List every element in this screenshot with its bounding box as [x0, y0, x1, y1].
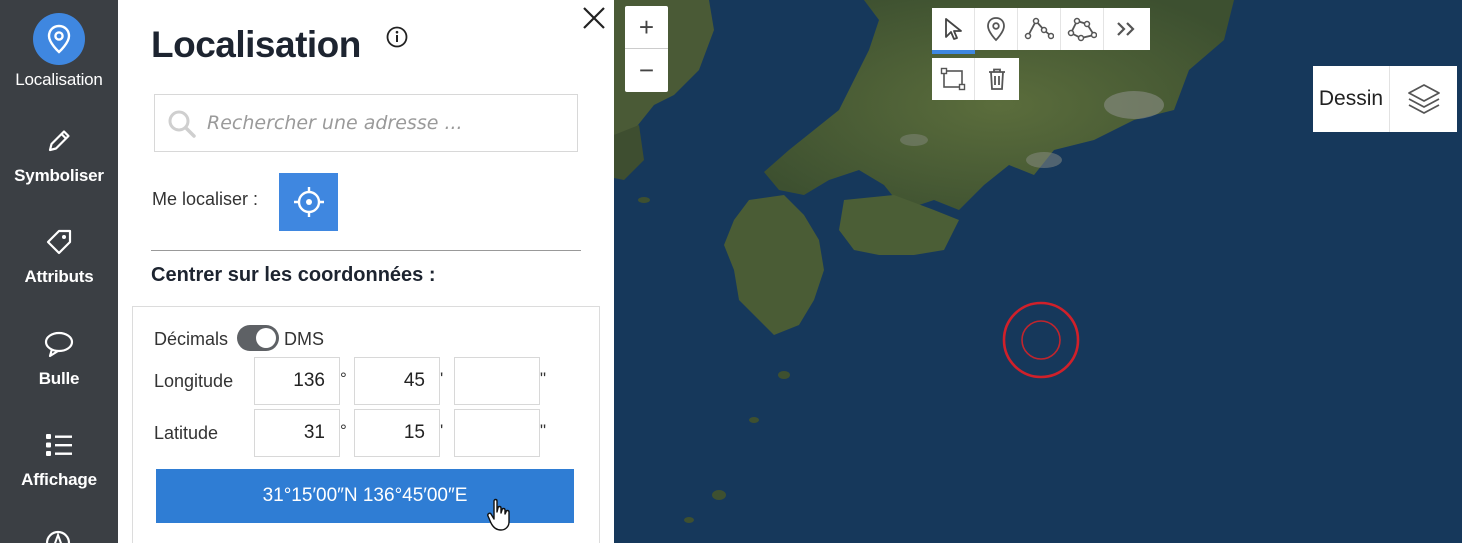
minute-unit: ' [440, 421, 444, 440]
dms-label: DMS [284, 329, 324, 349]
speech-bubble-icon [38, 323, 80, 365]
minute-unit: ' [440, 369, 444, 388]
dessin-button[interactable]: Dessin [1313, 66, 1390, 132]
divider [151, 250, 581, 251]
polyline-icon [1024, 17, 1054, 40]
nav-item-symboliser[interactable]: Symboliser [0, 120, 118, 220]
zoom-out-button[interactable]: − [625, 49, 668, 92]
search-input[interactable] [207, 103, 567, 143]
latitude-minutes-input[interactable] [354, 409, 440, 457]
rectangle-select-button[interactable] [932, 58, 975, 100]
localisation-panel: Localisation Me localiser : Centrer sur … [118, 0, 614, 543]
nav-item-localisation[interactable]: Localisation [0, 13, 118, 114]
nav-item-bulle[interactable]: Bulle [0, 323, 118, 423]
list-icon [38, 424, 80, 466]
second-unit: " [540, 369, 547, 388]
rectangle-select-icon [940, 67, 966, 91]
hand-cursor-icon [486, 498, 512, 532]
info-icon[interactable] [386, 26, 408, 48]
longitude-minutes-input[interactable] [354, 357, 440, 405]
crosshair-icon [293, 187, 324, 217]
latitude-seconds-input[interactable] [454, 409, 540, 457]
tag-icon [38, 221, 80, 263]
degree-unit: ° [340, 369, 347, 388]
second-unit: " [540, 421, 547, 440]
double-chevron-right-icon [1116, 22, 1135, 36]
polygon-tool-button[interactable] [1061, 8, 1104, 50]
draw-toolbar [932, 8, 1150, 54]
degree-unit: ° [340, 421, 347, 440]
decimal-label: Décimals [154, 329, 229, 349]
panel-title: Localisation [151, 24, 361, 65]
layer-switcher: Dessin [1313, 66, 1457, 132]
latitude-label: Latitude [154, 423, 219, 443]
zoom-control: + − [625, 6, 668, 92]
pencil-icon [38, 120, 80, 162]
map-pin-icon [987, 17, 1005, 42]
location-pin-icon [33, 13, 85, 65]
close-icon[interactable] [580, 4, 608, 32]
zoom-in-button[interactable]: + [625, 6, 668, 49]
edit-toolbar [932, 58, 1019, 100]
nav-label: Affichage [21, 470, 97, 489]
more-tools-button[interactable] [1104, 8, 1147, 50]
address-search-box[interactable] [154, 94, 578, 152]
nav-label: Attributs [24, 267, 94, 286]
trash-icon [988, 68, 1005, 90]
longitude-seconds-input[interactable] [454, 357, 540, 405]
cursor-arrow-icon [945, 18, 962, 40]
nav-label: Bulle [38, 369, 80, 388]
nav-label: Symboliser [14, 166, 104, 185]
layers-icon [1407, 84, 1440, 114]
point-tool-button[interactable] [975, 8, 1018, 50]
delete-button[interactable] [975, 58, 1018, 100]
coordinates-form: Décimals DMS Longitude ° ' " Latitude ° … [132, 306, 600, 543]
locate-label: Me localiser : [152, 189, 259, 209]
map-view[interactable]: + − Dessin [614, 0, 1462, 543]
layers-button[interactable] [1390, 66, 1457, 132]
side-navigation: Localisation Symboliser Attributs Bulle … [0, 0, 118, 543]
polygon-icon [1067, 17, 1097, 42]
coordinates-section-title: Centrer sur les coordonnées : [151, 264, 436, 286]
latitude-degrees-input[interactable] [254, 409, 340, 457]
compass-icon[interactable] [43, 528, 73, 543]
nav-item-attributs[interactable]: Attributs [0, 221, 118, 321]
locate-me-button[interactable] [279, 173, 338, 231]
format-toggle[interactable] [237, 325, 279, 351]
nav-item-affichage[interactable]: Affichage [0, 424, 118, 524]
select-tool-button[interactable] [932, 8, 975, 54]
longitude-label: Longitude [154, 371, 234, 391]
line-tool-button[interactable] [1018, 8, 1061, 50]
search-icon [168, 110, 196, 138]
longitude-degrees-input[interactable] [254, 357, 340, 405]
nav-label: Localisation [15, 70, 103, 89]
